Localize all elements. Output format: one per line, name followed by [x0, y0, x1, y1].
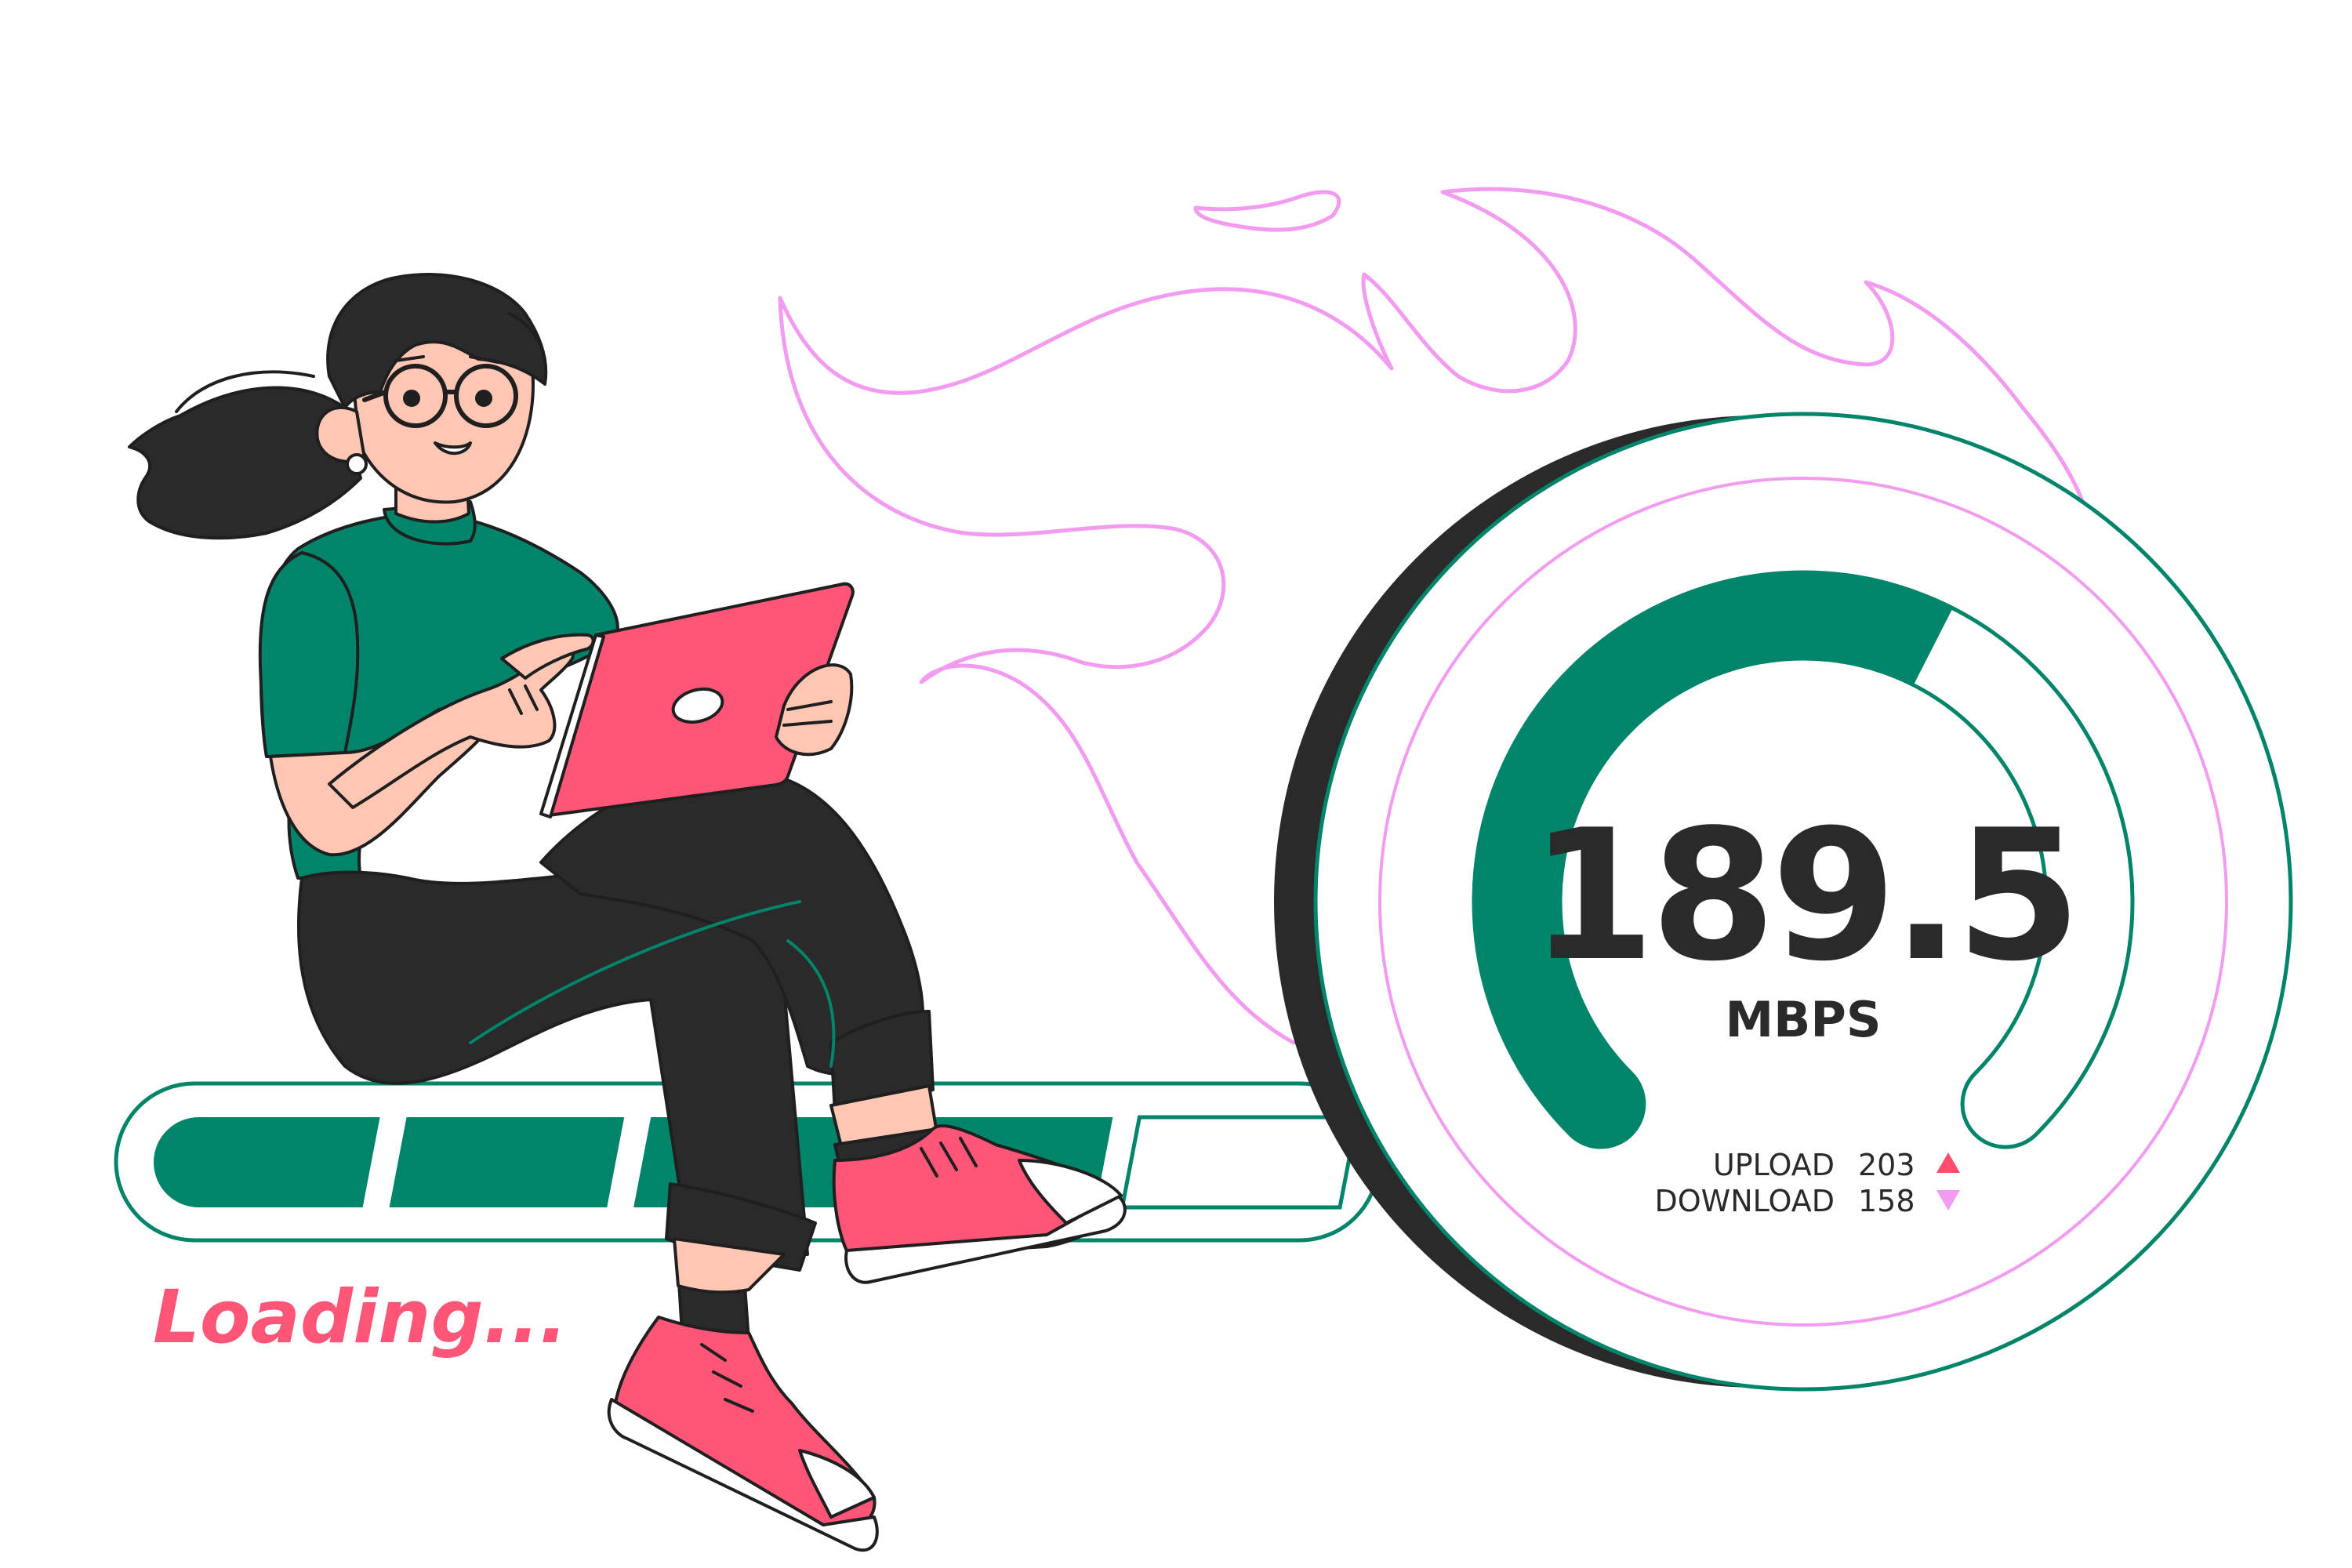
speed-value: 189.5	[1530, 792, 2077, 1001]
download-value: 158	[1858, 1184, 1915, 1218]
eye-right	[475, 390, 492, 407]
progress-segment-filled	[389, 1117, 625, 1207]
eye-left	[403, 390, 420, 407]
upload-value: 203	[1858, 1148, 1915, 1182]
loading-label: Loading...	[153, 1275, 568, 1360]
speedometer: 189.5 MBPS UPLOAD 203 DOWNLOAD 158	[1274, 412, 2293, 1392]
progress-segment-filled	[153, 1117, 380, 1207]
ponytail	[128, 386, 362, 540]
earring	[346, 453, 368, 475]
sleeve-left	[258, 551, 360, 758]
speed-test-illustration: Loading... 189.5 MBPS UPLOAD 203 DOWNLOA…	[114, 187, 2293, 1552]
speed-unit: MBPS	[1725, 991, 1881, 1048]
upload-label: UPLOAD	[1713, 1148, 1835, 1182]
download-label: DOWNLOAD	[1655, 1184, 1835, 1218]
progress-segment-empty	[1120, 1115, 1360, 1210]
